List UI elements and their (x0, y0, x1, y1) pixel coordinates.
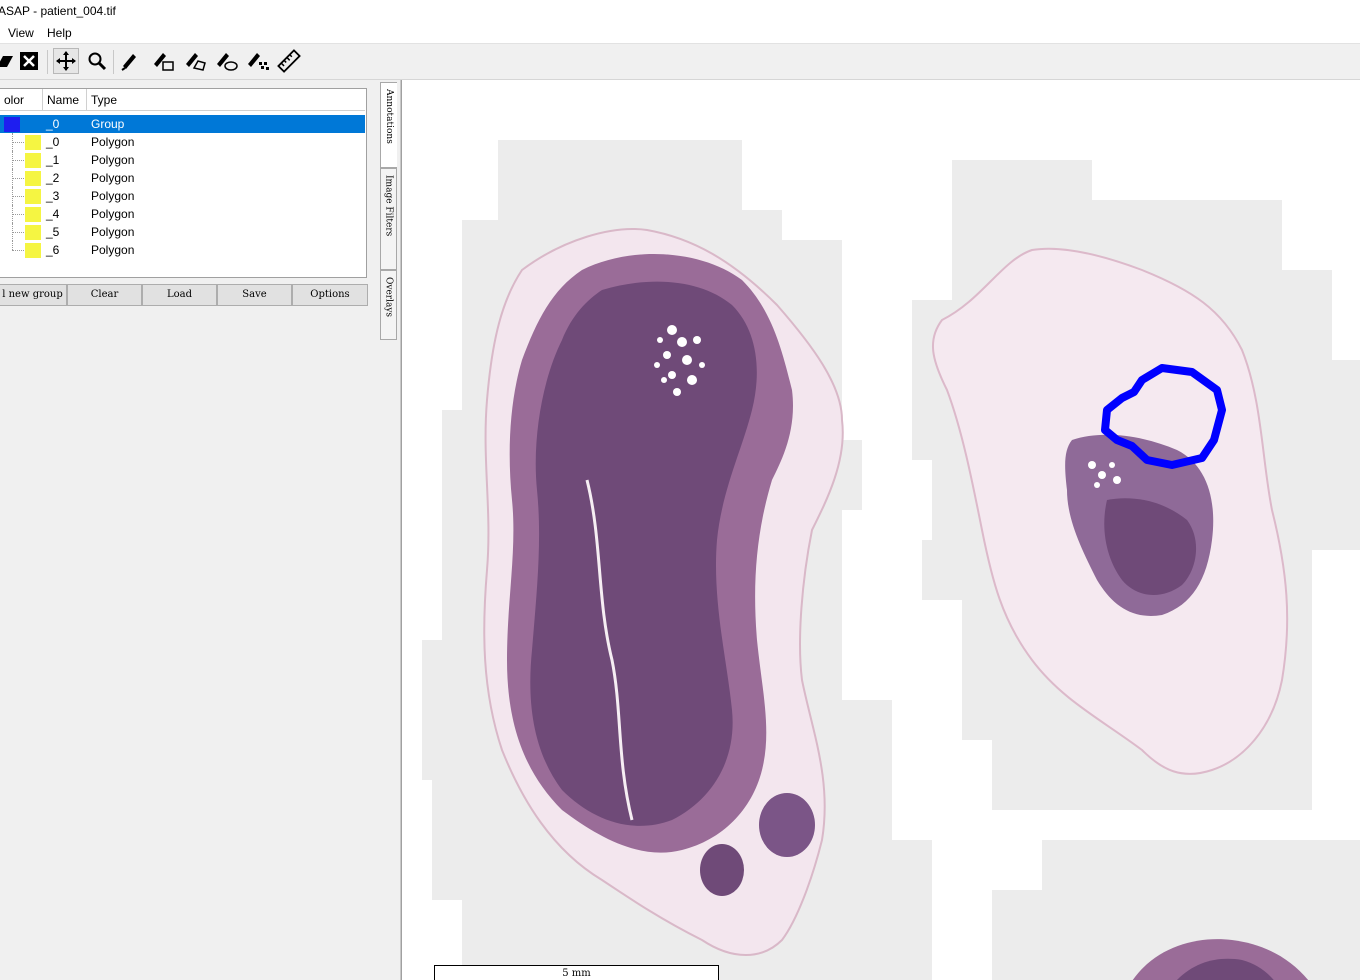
tree-connector (12, 142, 24, 143)
tree-connector (12, 250, 24, 251)
close-icon[interactable] (16, 48, 42, 74)
menu-help[interactable]: Help (47, 26, 72, 40)
tree-connector (12, 187, 13, 205)
tree-connector (12, 214, 24, 215)
spline-icon[interactable] (214, 48, 240, 74)
annotation-name: _6 (46, 243, 60, 257)
clear-button[interactable]: Clear (67, 284, 142, 306)
color-swatch[interactable] (25, 243, 41, 258)
tree-connector (12, 232, 24, 233)
tree-connector (12, 151, 13, 169)
color-swatch[interactable] (25, 153, 41, 168)
column-header-type[interactable]: Type (87, 89, 365, 111)
color-swatch[interactable] (25, 225, 41, 240)
window-title: ASAP - patient_004.tif (0, 4, 116, 18)
color-swatch[interactable] (25, 171, 41, 186)
slide-image[interactable] (402, 80, 1360, 980)
annotation-name: _0 (46, 135, 60, 149)
tree-row-polygon[interactable]: _0 Polygon (0, 133, 365, 151)
tab-overlays[interactable]: Overlays (380, 270, 397, 340)
column-header-name[interactable]: Name (43, 89, 87, 111)
annotation-type: Polygon (91, 153, 135, 167)
tree-row-polygon[interactable]: _3 Polygon (0, 187, 365, 205)
menu-bar: View Help (0, 23, 1360, 44)
tree-connector (12, 169, 13, 187)
annotation-type: Polygon (91, 207, 135, 221)
annotation-panel: olor Name Type _0 Group _0 Polygon _1 Polygon… (0, 80, 378, 980)
pan-icon[interactable] (53, 48, 79, 74)
ruler-icon[interactable] (276, 48, 302, 74)
annotation-name: _2 (46, 171, 60, 185)
slide-viewer[interactable]: 5 mm (401, 80, 1360, 980)
title-bar: ASAP - patient_004.tif (0, 0, 1360, 23)
color-swatch[interactable] (25, 189, 41, 204)
annotation-type: Polygon (91, 189, 135, 203)
annotation-type: Polygon (91, 171, 135, 185)
load-button[interactable]: Load (142, 284, 217, 306)
annotation-name: _1 (46, 153, 60, 167)
tree-connector (12, 133, 13, 151)
tree-connector (12, 160, 24, 161)
color-swatch[interactable] (25, 207, 41, 222)
tree-connector (12, 196, 24, 197)
tree-row-polygon[interactable]: _2 Polygon (0, 169, 365, 187)
tree-row-polygon[interactable]: _5 Polygon (0, 223, 365, 241)
annotation-name: _5 (46, 225, 60, 239)
annotation-name: _4 (46, 207, 60, 221)
side-tab-bar: Annotations Image Filters Overlays (378, 80, 401, 980)
annotation-tree[interactable]: olor Name Type _0 Group _0 Polygon _1 Polygon… (0, 88, 367, 278)
annotation-type: Group (91, 117, 125, 131)
measure-icon[interactable] (245, 48, 271, 74)
tree-row-group[interactable]: _0 Group (0, 115, 365, 133)
color-swatch[interactable] (4, 117, 20, 132)
tree-connector (12, 223, 13, 241)
tab-annotations[interactable]: Annotations (380, 82, 397, 168)
scale-bar-label: 5 mm (562, 968, 591, 979)
toolbar-separator (47, 50, 48, 74)
tree-connector (12, 241, 13, 250)
annotation-type: Polygon (91, 225, 135, 239)
color-swatch[interactable] (25, 135, 41, 150)
tab-image-filters[interactable]: Image Filters (380, 168, 397, 270)
polygon-icon[interactable] (183, 48, 209, 74)
save-button[interactable]: Save (217, 284, 292, 306)
menu-view[interactable]: View (8, 26, 34, 40)
tree-row-polygon[interactable]: _6 Polygon (0, 241, 365, 259)
toolbar-separator (113, 50, 114, 74)
annotation-name: _3 (46, 189, 60, 203)
new-group-button[interactable]: l new group (0, 284, 67, 306)
column-header-color[interactable]: olor (0, 89, 43, 111)
annotation-type: Polygon (91, 135, 135, 149)
annotation-type: Polygon (91, 243, 135, 257)
rectangle-icon[interactable] (151, 48, 177, 74)
tree-row-polygon[interactable]: _4 Polygon (0, 205, 365, 223)
toolbar (0, 44, 1360, 80)
options-button[interactable]: Options (292, 284, 368, 306)
point-icon[interactable] (117, 48, 143, 74)
tree-row-polygon[interactable]: _1 Polygon (0, 151, 365, 169)
scale-bar: 5 mm (434, 965, 719, 980)
tree-connector (12, 205, 13, 223)
zoom-icon[interactable] (84, 48, 110, 74)
annotation-button-row: l new group Clear Load Save Options (0, 284, 368, 306)
tree-connector (12, 178, 24, 179)
annotation-name: _0 (46, 117, 60, 131)
